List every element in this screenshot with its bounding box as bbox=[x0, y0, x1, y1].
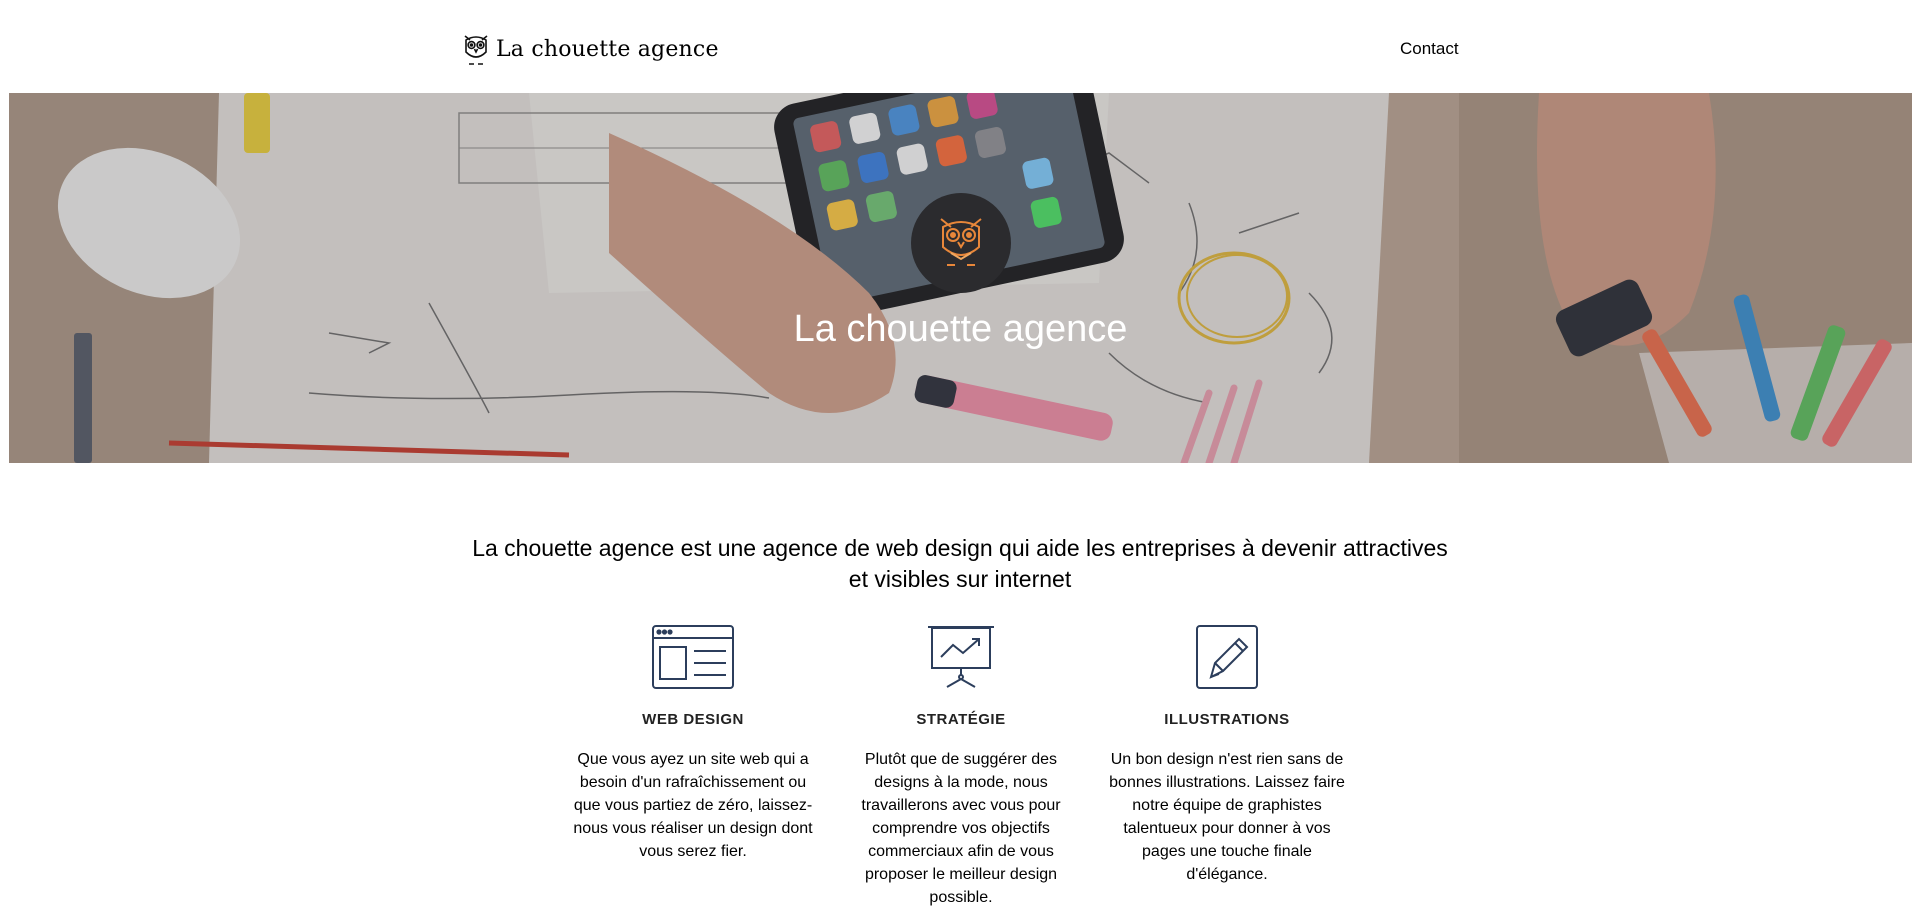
agency-tagline: La chouette agence est une agence de web… bbox=[472, 535, 1448, 592]
brand-logo-link[interactable]: La chouette agence bbox=[460, 30, 719, 68]
hero-title: La chouette agence bbox=[793, 308, 1128, 350]
hero-owl-badge bbox=[911, 193, 1011, 293]
service-title: ILLUSTRATIONS bbox=[1164, 711, 1290, 728]
brand-name: La chouette agence bbox=[496, 36, 719, 62]
hero-banner: La chouette agence bbox=[9, 93, 1912, 463]
owl-logo-icon bbox=[933, 211, 989, 276]
service-title: STRATÉGIE bbox=[916, 711, 1006, 728]
service-title: WEB DESIGN bbox=[642, 711, 744, 728]
owl-logo-icon bbox=[460, 30, 492, 68]
service-card-illustrations: ILLUSTRATIONS Un bon design n'est rien s… bbox=[1107, 625, 1347, 886]
browser-window-icon bbox=[652, 625, 734, 694]
nav-contact-link[interactable]: Contact bbox=[1400, 39, 1459, 59]
service-card-web-design: WEB DESIGN Que vous ayez un site web qui… bbox=[573, 625, 813, 863]
service-description: Que vous ayez un site web qui a besoin d… bbox=[573, 751, 813, 860]
service-description: Un bon design n'est rien sans de bonnes … bbox=[1109, 751, 1345, 883]
pencil-icon bbox=[1195, 625, 1259, 694]
presentation-chart-icon bbox=[927, 625, 995, 694]
service-description: Plutôt que de suggérer des designs à la … bbox=[861, 751, 1061, 906]
service-card-strategie: STRATÉGIE Plutôt que de suggérer des des… bbox=[841, 625, 1081, 909]
site-header: La chouette agence Contact bbox=[0, 0, 1920, 93]
